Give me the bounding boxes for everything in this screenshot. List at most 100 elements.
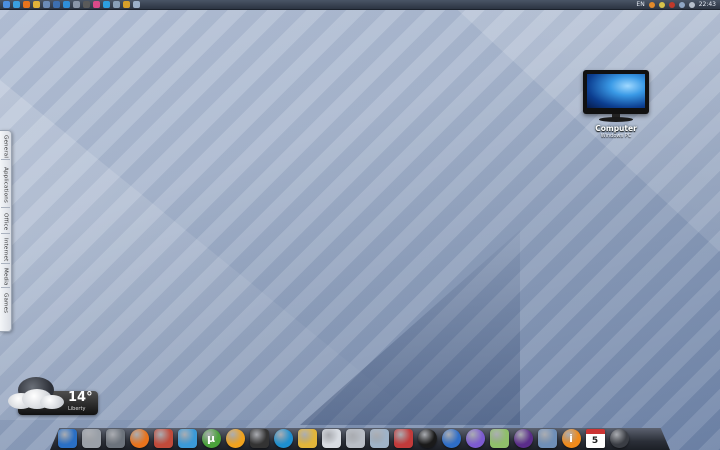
dock-item[interactable] [56,427,78,449]
weather-city: Liberty [68,406,86,412]
firefox-icon[interactable] [23,1,30,8]
wallpaper-facet [0,80,420,420]
folder-icon[interactable] [33,1,40,8]
dock-item[interactable]: i [560,427,582,449]
dock-item[interactable] [344,427,366,449]
dock-item[interactable] [464,427,486,449]
dock-item[interactable] [488,427,510,449]
dock-icon[interactable] [43,1,50,8]
top-taskbar: EN 22:43 [0,0,720,10]
language-indicator[interactable]: EN [636,0,644,9]
drive-icon [105,428,125,448]
utorrent-icon: µ [201,428,221,448]
launcher-sidebar: General Applications Office Internet Media Ga… [0,130,12,332]
volume-icon[interactable] [688,1,695,8]
dock-item[interactable] [272,427,294,449]
dock-item[interactable] [320,427,342,449]
clock-icon [609,428,629,448]
nero-icon [417,428,437,448]
winamp-icon [441,428,461,448]
monitor-icon [581,68,651,122]
phone-icon [321,428,341,448]
mail-icon [297,428,317,448]
disk-utility-icon [345,428,365,448]
dock-item[interactable] [392,427,414,449]
globe-icon [513,428,533,448]
monitor-icon [57,428,77,448]
dock-item[interactable] [512,427,534,449]
pc-tower-icon [81,428,101,448]
tab-divider [1,159,10,160]
shield-icon[interactable] [668,1,675,8]
quick-launch [0,1,140,8]
network-icon[interactable] [678,1,685,8]
dock-item[interactable] [224,427,246,449]
media-icon[interactable] [83,1,90,8]
ie-icon[interactable] [13,1,20,8]
sidebar-tab-label: Office [2,213,9,231]
sidebar-tab-label: Games [2,292,9,314]
dock-item[interactable] [248,427,270,449]
dock-item[interactable] [296,427,318,449]
window-icon[interactable] [73,1,80,8]
sidebar-tab-label: Media [2,268,9,286]
start-icon[interactable] [3,1,10,8]
info-icon: i [561,428,581,448]
dock-item[interactable]: 5 [584,427,606,449]
dock-item[interactable] [80,427,102,449]
dock-item[interactable] [176,427,198,449]
dock-item[interactable] [368,427,390,449]
calendar-icon: 5 [585,428,605,448]
sidebar-tab-general[interactable]: General [0,135,11,159]
messenger-icon [177,428,197,448]
dock-item[interactable] [152,427,174,449]
sidebar-tab-office[interactable]: Office [0,211,11,233]
dock-item[interactable] [104,427,126,449]
system-tray: EN 22:43 [636,0,720,9]
folder-icon [369,428,389,448]
tools-icon [537,428,557,448]
sidebar-tab-applications[interactable]: Applications [0,163,11,207]
play-icon [273,428,293,448]
dock-item[interactable] [416,427,438,449]
dock-item[interactable] [128,427,150,449]
sidebar-tab-label: Internet [2,238,9,262]
firefox-icon [129,428,149,448]
dock-item[interactable] [608,427,630,449]
clock[interactable]: 22:43 [699,0,716,9]
weather-gadget[interactable]: 14° Liberty [6,377,98,417]
computer-sublabel: Windows PC [600,133,632,139]
save-icon [393,428,413,448]
dock-item[interactable] [440,427,462,449]
sidebar-tab-label: Applications [2,167,9,203]
sidebar-tab-games[interactable]: Games [0,291,11,315]
temperature: 14° [68,390,93,405]
tab-divider [1,263,10,264]
wallpaper-facet [300,230,520,425]
sidebar-tab-label: General [2,135,9,159]
media-icon [225,428,245,448]
dock: µ i5 [56,423,668,449]
photo-viewer-icon [153,428,173,448]
tab-divider [1,207,10,208]
color-icon[interactable] [93,1,100,8]
paint-icon[interactable] [123,1,130,8]
ie-icon[interactable] [63,1,70,8]
monitor-icon[interactable] [53,1,60,8]
tab-divider [1,233,10,234]
computer-desktop-icon[interactable]: Computer Windows PC [578,68,654,139]
clapper-icon [249,428,269,448]
security-icon[interactable] [658,1,665,8]
dock-item[interactable]: µ [200,427,222,449]
dvd-icon [465,428,485,448]
dock-item[interactable] [536,427,558,449]
skype-icon[interactable] [103,1,110,8]
user-icon[interactable] [648,1,655,8]
tab-divider [1,287,10,288]
computer-label: Computer [595,124,637,133]
sidebar-tab-internet[interactable]: Internet [0,237,11,263]
maps-icon [489,428,509,448]
sidebar-tab-media[interactable]: Media [0,267,11,287]
tools-icon[interactable] [113,1,120,8]
desktop-icon[interactable] [133,1,140,8]
